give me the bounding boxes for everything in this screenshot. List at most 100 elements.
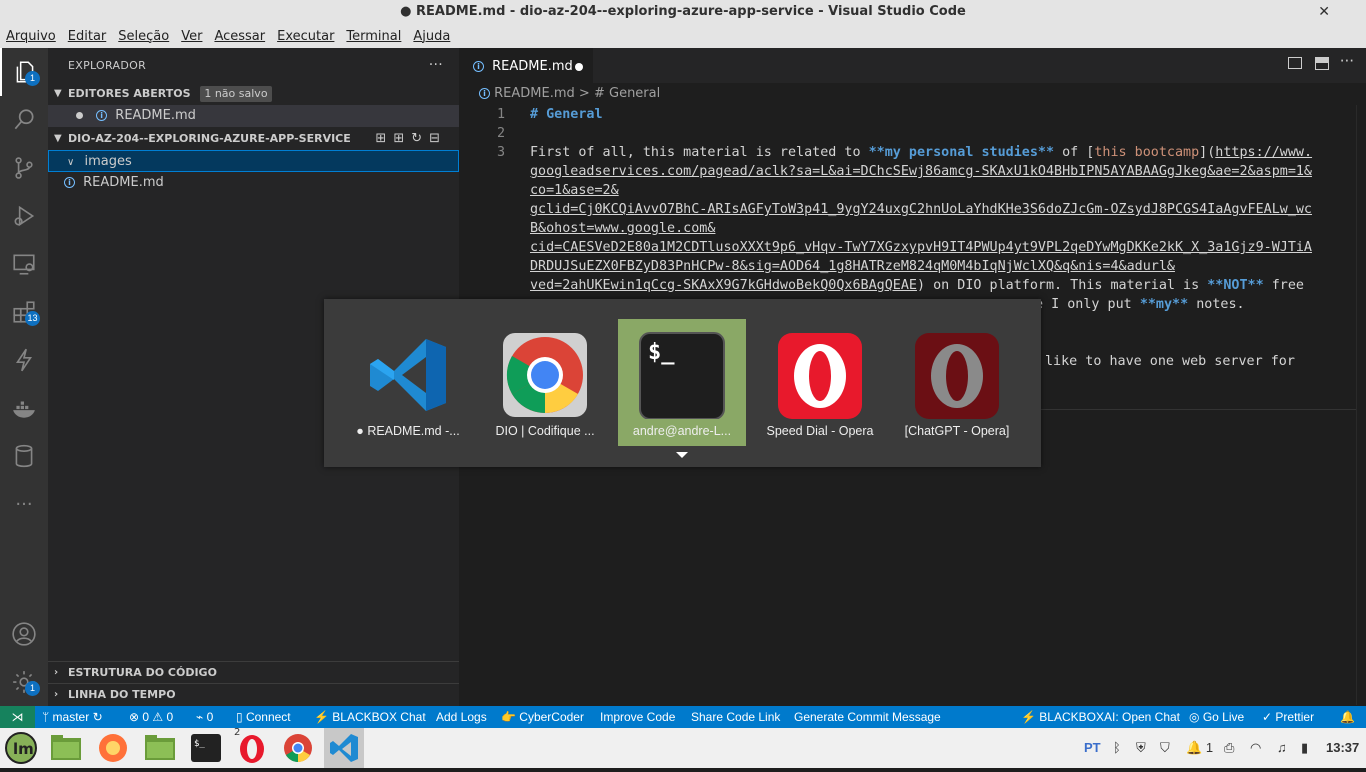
switcher-item-opera-chatgpt[interactable]: [ChatGPT - Opera] <box>893 319 1021 446</box>
menu-terminal[interactable]: Terminal <box>346 29 401 44</box>
update-shield-icon[interactable]: ⛉ <box>1160 728 1170 768</box>
explorer-icon[interactable]: 1 <box>0 48 48 96</box>
folder-actions-icons[interactable]: ⊞⊞↻⊟ <box>375 128 447 150</box>
docker-icon[interactable] <box>0 384 48 432</box>
prettier-status[interactable]: ✓ Prettier <box>1262 706 1314 728</box>
commit-message-status[interactable]: Generate Commit Message <box>794 706 941 728</box>
menu-acessar[interactable]: Acessar <box>214 29 265 44</box>
share-code-status[interactable]: Share Code Link <box>691 706 780 728</box>
add-logs-status[interactable]: Add Logs <box>436 706 487 728</box>
branch-status[interactable]: ᛘ master ↻ <box>42 706 103 728</box>
timeline-label: LINHA DO TEMPO <box>68 688 176 701</box>
opera-icon <box>778 333 862 419</box>
lightning-icon[interactable] <box>0 336 48 384</box>
preview-icon[interactable] <box>1288 57 1302 69</box>
menu-selecao[interactable]: Seleção <box>118 29 169 44</box>
errors-count: 0 <box>142 710 150 724</box>
blackbox-open-chat-status[interactable]: ⚡ BLACKBOXAI: Open Chat <box>1021 706 1180 728</box>
svg-text:lm: lm <box>13 740 34 758</box>
notifications-bell-icon[interactable]: 🔔 <box>1340 706 1355 728</box>
improve-code-status[interactable]: Improve Code <box>600 706 675 728</box>
split-editor-icon[interactable] <box>1315 57 1329 70</box>
unsaved-dot-icon[interactable] <box>575 63 583 71</box>
switcher-item-opera[interactable]: Speed Dial - Opera <box>756 319 884 446</box>
printer-icon[interactable]: ⎙ <box>1224 728 1234 768</box>
cybercoder-label: CyberCoder <box>519 710 584 724</box>
connect-status[interactable]: ▯ Connect <box>236 706 291 728</box>
chrome-taskbar-icon[interactable] <box>281 731 315 765</box>
project-folder-header[interactable]: ▼ DIO-AZ-204--EXPLORING-AZURE-APP-SERVIC… <box>48 128 459 150</box>
search-icon[interactable] <box>0 96 48 144</box>
open-editors-header[interactable]: ▼ EDITORES ABERTOS 1 não salvo <box>48 83 459 105</box>
svg-text:$_: $_ <box>648 340 675 365</box>
menu-arquivo[interactable]: Arquivo <box>6 29 56 44</box>
terminal-taskbar-icon[interactable]: $_ <box>189 731 223 765</box>
timeline-header[interactable]: › LINHA DO TEMPO <box>48 683 459 705</box>
open-chat-label: BLACKBOXAI: Open Chat <box>1039 710 1181 724</box>
ports-status[interactable]: ⌁ 0 <box>196 706 213 728</box>
settings-gear-icon[interactable]: 1 <box>0 658 48 706</box>
switcher-item-vscode[interactable]: ● README.md -... <box>344 319 472 446</box>
breadcrumb-file[interactable]: README.md <box>494 86 575 101</box>
close-window-button[interactable]: ✕ <box>1318 0 1330 24</box>
ports-count: 0 <box>206 710 214 724</box>
folder-label: images <box>84 154 132 169</box>
go-live-status[interactable]: ◎ Go Live <box>1189 706 1244 728</box>
extensions-icon[interactable]: 13 <box>0 288 48 336</box>
selection-arrow-icon <box>676 452 688 458</box>
cybercoder-status[interactable]: 👉 CyberCoder <box>501 706 584 728</box>
info-icon: i <box>479 88 490 99</box>
remote-indicator-icon[interactable]: ⋊ <box>0 706 35 728</box>
outline-header[interactable]: › ESTRUTURA DO CÓDIGO <box>48 661 459 683</box>
menu-editar[interactable]: Editar <box>68 29 107 44</box>
tree-folder-images[interactable]: ∨ images <box>48 150 459 172</box>
menu-ajuda[interactable]: Ajuda <box>413 29 450 44</box>
mint-menu-icon[interactable]: lm <box>4 731 38 765</box>
info-icon: i <box>473 61 484 72</box>
menu-bar: Arquivo Editar Seleção Ver Acessar Execu… <box>0 24 1366 48</box>
files-folder-icon[interactable] <box>49 731 83 765</box>
explorer-more-actions-icon[interactable]: ··· <box>429 48 443 83</box>
window-title: ● README.md - dio-az-204--exploring-azur… <box>400 4 966 19</box>
line-number: 2 <box>496 126 505 141</box>
source-control-icon[interactable] <box>0 144 48 192</box>
open-editor-readme[interactable]: i README.md <box>48 105 459 127</box>
home-folder-icon[interactable] <box>143 731 177 765</box>
accounts-icon[interactable] <box>0 610 48 658</box>
menu-executar[interactable]: Executar <box>277 29 334 44</box>
run-debug-icon[interactable] <box>0 192 48 240</box>
more-actions-icon[interactable]: ··· <box>1340 52 1354 70</box>
tab-label: README.md <box>492 59 573 74</box>
switcher-item-terminal[interactable]: $_ andre@andre-L... <box>618 319 746 446</box>
text: notes. <box>1188 297 1245 312</box>
breadcrumb-section[interactable]: # General <box>594 86 660 101</box>
opera-taskbar-icon[interactable]: 2 <box>234 727 269 765</box>
clock[interactable]: 13:37 <box>1326 728 1359 768</box>
switcher-item-chrome[interactable]: DIO | Codifique ... <box>481 319 609 446</box>
sound-icon[interactable]: ♫ <box>1277 728 1287 768</box>
wifi-icon[interactable]: ◠ <box>1250 728 1261 768</box>
prettier-label: Prettier <box>1275 710 1315 724</box>
remote-explorer-icon[interactable] <box>0 240 48 288</box>
chevron-down-icon: ▼ <box>54 88 62 99</box>
tree-file-readme[interactable]: i README.md <box>48 172 459 194</box>
open-editor-label: README.md <box>115 108 196 123</box>
opera-window-count: 2 <box>234 727 241 738</box>
notifications-icon[interactable]: 🔔 1 <box>1186 728 1213 768</box>
blackbox-chat-status[interactable]: ⚡ BLACKBOX Chat <box>314 706 426 728</box>
problems-status[interactable]: ⊗ 0 ⚠ 0 <box>129 706 173 728</box>
url-text: ved=2ahUKEwin1qCcg-SKAxX9G7kGHdwoBekQ0Qx… <box>530 278 917 293</box>
unsaved-dot-icon <box>76 112 83 119</box>
bluetooth-icon[interactable]: ᛒ <box>1113 728 1121 768</box>
battery-icon[interactable]: ▮ <box>1301 728 1308 768</box>
firefox-icon[interactable] <box>96 731 130 765</box>
tab-readme[interactable]: i README.md <box>459 48 593 83</box>
vscode-taskbar-icon[interactable] <box>324 728 364 768</box>
link-bracket: ]( <box>1199 145 1216 160</box>
editor-scrollbar[interactable] <box>1356 105 1366 705</box>
database-icon[interactable] <box>0 432 48 480</box>
keyboard-layout[interactable]: PT <box>1084 728 1101 768</box>
menu-ver[interactable]: Ver <box>181 29 202 44</box>
shield-icon[interactable]: ⛨ <box>1136 728 1146 768</box>
more-views-icon[interactable]: ··· <box>0 480 48 528</box>
